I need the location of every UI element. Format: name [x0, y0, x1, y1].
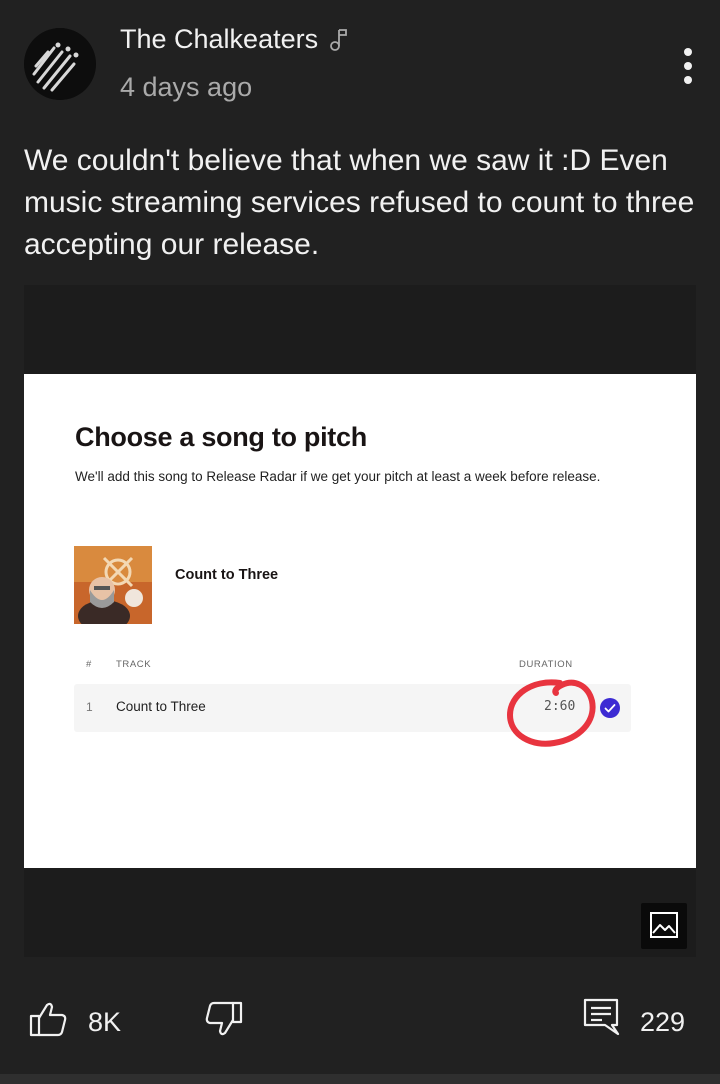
- comment-icon[interactable]: [582, 997, 620, 1037]
- table-header-track: TRACK: [116, 659, 152, 670]
- bottom-divider: [0, 1074, 720, 1084]
- post-text: We couldn't believe that when we saw it …: [24, 144, 695, 261]
- avatar-logo: [24, 28, 96, 100]
- channel-name[interactable]: The Chalkeaters: [120, 24, 318, 55]
- comment-count: 229: [640, 1007, 686, 1037]
- music-note-icon: [330, 28, 348, 51]
- table-header-duration: DURATION: [519, 659, 573, 670]
- like-count: 8K: [88, 1007, 122, 1037]
- channel-avatar[interactable]: [24, 28, 96, 100]
- album-cover: [74, 546, 152, 624]
- table-header-num: #: [86, 659, 92, 670]
- embedded-screenshot: Choose a song to pitch We'll add this so…: [24, 374, 696, 868]
- image-icon[interactable]: [641, 903, 687, 949]
- channel-header: The Chalkeaters: [120, 24, 350, 55]
- post-time[interactable]: 4 days ago: [120, 72, 252, 103]
- track-title: Count to Three: [116, 699, 206, 714]
- thumbs-up-icon[interactable]: [28, 999, 68, 1039]
- screenshot-title: Choose a song to pitch: [75, 422, 367, 452]
- thumbs-down-icon[interactable]: [204, 999, 244, 1039]
- track-number: 1: [86, 700, 93, 714]
- check-circle-icon: [600, 698, 620, 718]
- action-bar: 8K 229: [0, 995, 720, 1055]
- more-vert-icon[interactable]: [670, 44, 706, 88]
- post-image[interactable]: Choose a song to pitch We'll add this so…: [24, 285, 696, 957]
- red-circle-annotation: [506, 679, 596, 747]
- screenshot-subtitle: We'll add this song to Release Radar if …: [75, 469, 601, 484]
- song-title: Count to Three: [175, 567, 279, 583]
